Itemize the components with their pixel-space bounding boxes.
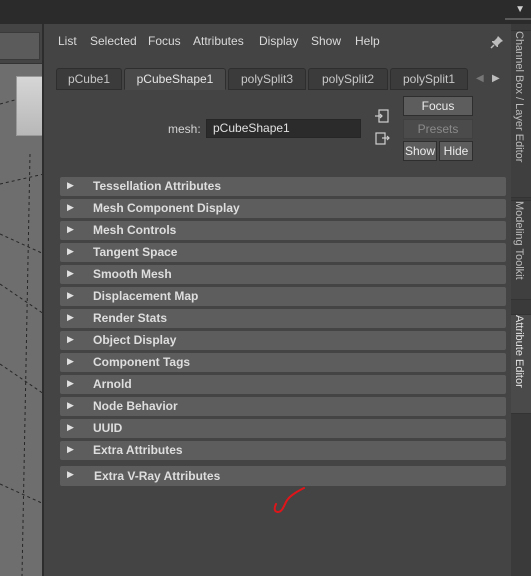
section-label: Node Behavior — [93, 399, 178, 413]
section-row[interactable]: ▶ Mesh Controls — [60, 221, 506, 240]
expand-arrow-icon[interactable]: ▶ — [67, 334, 74, 345]
section-row[interactable]: ▶ Smooth Mesh — [60, 265, 506, 284]
expand-arrow-icon[interactable]: ▶ — [67, 224, 74, 235]
red-checkmark-annotation — [273, 487, 305, 514]
attribute-sections: ▶ Tessellation Attributes ▶ Mesh Component … — [60, 177, 506, 489]
section-row[interactable]: ▶ UUID — [60, 419, 506, 438]
pin-icon[interactable] — [490, 35, 504, 49]
tab-polysplit1[interactable]: polySplit1 — [390, 68, 468, 90]
section-label: Tangent Space — [93, 245, 178, 259]
load-selected-icon[interactable] — [374, 108, 390, 124]
tab-polysplit2[interactable]: polySplit2 — [308, 68, 388, 90]
section-label: Smooth Mesh — [93, 267, 172, 281]
section-row[interactable]: ▶ Displacement Map — [60, 287, 506, 306]
show-button[interactable]: Show — [403, 141, 437, 161]
section-label: Render Stats — [93, 311, 168, 325]
mesh-label: mesh: — [168, 122, 201, 136]
section-row[interactable]: ▶ Node Behavior — [60, 397, 506, 416]
node-tabs: pCube1 pCubeShape1 polySplit3 polySplit2… — [54, 68, 514, 90]
section-label: Mesh Component Display — [93, 201, 240, 215]
menu-display[interactable]: Display — [259, 34, 298, 48]
side-tab-strip: Channel Box / Layer Editor Modeling Tool… — [511, 24, 531, 576]
tab-scroll-left-icon[interactable]: ◀ — [476, 73, 484, 84]
section-label: UUID — [93, 421, 123, 435]
section-label: Object Display — [93, 333, 177, 347]
tab-attribute-editor[interactable]: Attribute Editor — [511, 314, 531, 414]
tab-modeling-toolkit[interactable]: Modeling Toolkit — [511, 200, 531, 300]
copy-tab-icon[interactable] — [374, 130, 390, 146]
tab-attribute-editor-label: Attribute Editor — [513, 315, 525, 388]
section-label: Displacement Map — [93, 289, 199, 303]
tab-pcube1[interactable]: pCube1 — [56, 68, 122, 90]
focus-button[interactable]: Focus — [403, 96, 473, 116]
section-row[interactable]: ▶ Extra Attributes — [60, 441, 506, 460]
tab-pcubeshape1[interactable]: pCubeShape1 — [124, 68, 226, 90]
tab-modeling-toolkit-label: Modeling Toolkit — [513, 201, 525, 280]
presets-button[interactable]: Presets — [403, 119, 473, 139]
attribute-editor-panel: List Selected Focus Attributes Display S… — [46, 24, 511, 576]
viewport-grid — [0, 91, 44, 576]
menu-bar: List Selected Focus Attributes Display S… — [46, 32, 511, 54]
section-row[interactable]: ▶ Render Stats — [60, 309, 506, 328]
expand-arrow-icon[interactable]: ▶ — [67, 312, 74, 323]
section-row[interactable]: ▶ Mesh Component Display — [60, 199, 506, 218]
expand-arrow-icon[interactable]: ▶ — [67, 444, 74, 455]
top-strip: ▼ — [0, 0, 531, 24]
section-label: Component Tags — [93, 355, 191, 369]
section-row[interactable]: ▶ Tessellation Attributes — [60, 177, 506, 196]
section-label: Arnold — [93, 377, 132, 391]
expand-arrow-icon[interactable]: ▶ — [67, 202, 74, 213]
menu-focus[interactable]: Focus — [148, 34, 181, 48]
hide-button[interactable]: Hide — [439, 141, 473, 161]
tab-channel-box-label: Channel Box / Layer Editor — [513, 31, 525, 163]
expand-arrow-icon[interactable]: ▶ — [67, 180, 74, 191]
section-label: Mesh Controls — [93, 223, 177, 237]
section-row[interactable]: ▶ Object Display — [60, 331, 506, 350]
tab-polysplit3[interactable]: polySplit3 — [228, 68, 306, 90]
menu-help[interactable]: Help — [355, 34, 380, 48]
dropdown-arrow-icon[interactable]: ▼ — [515, 4, 525, 15]
menu-list[interactable]: List — [58, 34, 77, 48]
section-label: Extra V-Ray Attributes — [94, 469, 221, 483]
mesh-name-field[interactable]: pCubeShape1 — [206, 119, 361, 138]
expand-arrow-icon[interactable]: ▶ — [67, 469, 74, 480]
cube-mesh[interactable] — [16, 76, 44, 136]
viewport-tab[interactable] — [0, 32, 40, 60]
expand-arrow-icon[interactable]: ▶ — [67, 356, 74, 367]
viewport-panel[interactable] — [0, 24, 44, 576]
expand-arrow-icon[interactable]: ▶ — [67, 400, 74, 411]
panel-divider[interactable] — [42, 24, 44, 576]
section-row[interactable]: ▶ Component Tags — [60, 353, 506, 372]
viewport-toolbar — [0, 24, 44, 64]
section-label: Extra Attributes — [93, 443, 183, 457]
menu-selected[interactable]: Selected — [90, 34, 137, 48]
section-label: Tessellation Attributes — [93, 179, 222, 193]
tab-channel-box[interactable]: Channel Box / Layer Editor — [511, 30, 531, 198]
expand-arrow-icon[interactable]: ▶ — [67, 422, 74, 433]
section-row[interactable]: ▶ Tangent Space — [60, 243, 506, 262]
tab-scroll-right-icon[interactable]: ▶ — [492, 73, 500, 84]
expand-arrow-icon[interactable]: ▶ — [67, 246, 74, 257]
top-divider — [505, 18, 531, 20]
section-row[interactable]: ▶ Arnold — [60, 375, 506, 394]
menu-show[interactable]: Show — [311, 34, 341, 48]
expand-arrow-icon[interactable]: ▶ — [67, 290, 74, 301]
expand-arrow-icon[interactable]: ▶ — [67, 268, 74, 279]
expand-arrow-icon[interactable]: ▶ — [67, 378, 74, 389]
menu-attributes[interactable]: Attributes — [193, 34, 244, 48]
